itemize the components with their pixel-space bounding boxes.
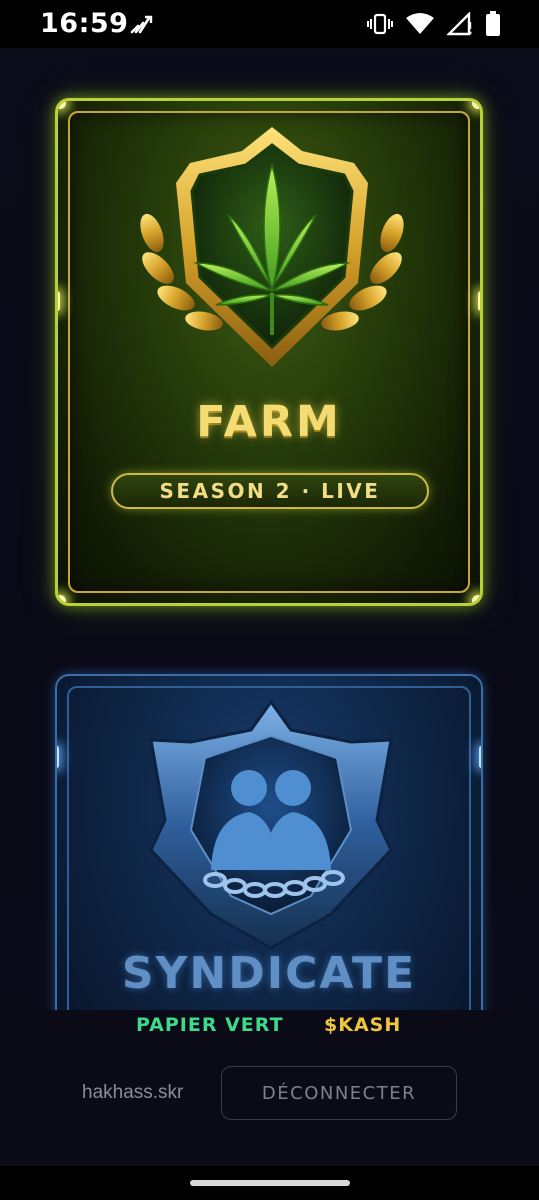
vibrate-icon (367, 13, 393, 35)
farm-card[interactable]: FARM SEASON 2 · LIVE (55, 98, 483, 606)
edge-glow (479, 746, 481, 768)
card-title: FARM (196, 397, 342, 447)
currency-bar: PAPIER VERT $KASH (0, 1014, 539, 1038)
status-icons (367, 10, 501, 38)
status-bar: 16:59 (0, 0, 539, 48)
status-time: 16:59 (40, 8, 129, 39)
currency-papier-vert: PAPIER VERT (136, 1014, 284, 1036)
game-mode-list[interactable]: FARM SEASON 2 · LIVE SYNDICATE (0, 48, 539, 1166)
system-nav-bar (0, 1166, 539, 1200)
home-gesture-handle[interactable] (190, 1180, 350, 1186)
edge-glow (478, 291, 480, 311)
edge-glow (57, 746, 59, 768)
corner-glow (472, 595, 480, 603)
wifi-icon (406, 13, 434, 34)
edge-glow (58, 291, 60, 311)
battery-icon (486, 11, 500, 36)
corner-glow (472, 101, 480, 109)
two-people-chain-icon (149, 700, 393, 950)
logout-button[interactable]: DÉCONNECTER (221, 1066, 457, 1120)
signal-activity-icon (130, 15, 153, 34)
season-badge: SEASON 2 · LIVE (111, 473, 429, 509)
account-panel: PAPIER VERT $KASH hakhass.skr DÉCONNECTE… (0, 1010, 539, 1166)
corner-glow (58, 101, 66, 109)
currency-kash: $KASH (324, 1014, 402, 1036)
cell-signal-icon (447, 12, 472, 36)
card-title: SYNDICATE (121, 948, 417, 999)
cannabis-leaf-icon (140, 127, 404, 367)
corner-glow (58, 595, 66, 603)
username: hakhass.skr (82, 1082, 184, 1103)
